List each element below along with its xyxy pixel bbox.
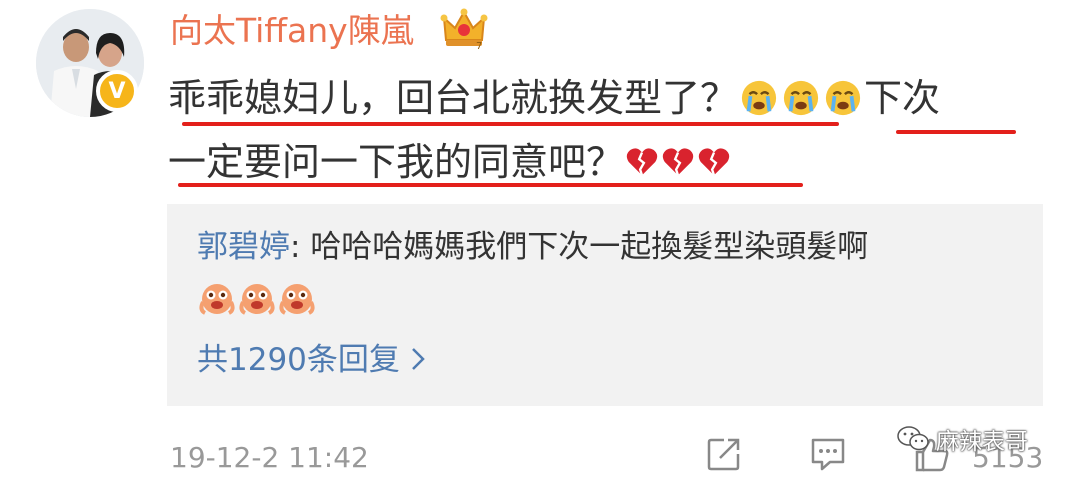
cry-emoji-icon xyxy=(780,76,822,120)
broken-heart-icon xyxy=(660,140,696,184)
crown-icon: 7 xyxy=(440,8,488,50)
comment-line-1: 乖乖媳妇儿，回台北就换发型了？ 下次 xyxy=(168,66,1028,130)
comment-text-line2: 一定要问一下我的同意吧？ xyxy=(168,140,625,184)
svg-text:7: 7 xyxy=(476,41,482,50)
broken-heart-icon xyxy=(624,140,660,184)
username[interactable]: 向太Tiffany陳嵐 xyxy=(170,10,414,52)
laugh-emoji-icon xyxy=(239,284,275,315)
broken-heart-icon xyxy=(696,140,732,184)
wechat-icon xyxy=(897,426,929,451)
timestamp: 19-12-2 11:42 xyxy=(170,441,369,474)
cry-emoji-icon xyxy=(738,76,780,120)
laugh-emoji-icon xyxy=(279,284,315,315)
highlight-underline xyxy=(182,122,839,126)
comment-icon[interactable] xyxy=(808,434,848,474)
watermark: 麻辣表哥 xyxy=(896,424,1028,455)
cry-emoji-icon xyxy=(822,76,864,120)
laugh-emoji-icon xyxy=(199,284,235,315)
view-replies-link[interactable]: 共1290条回复 xyxy=(197,338,426,382)
reply-text: 哈哈哈媽媽我們下次一起換髮型染頭髮啊 xyxy=(310,229,869,265)
reply-author[interactable]: 郭碧婷 xyxy=(197,229,290,265)
share-icon[interactable] xyxy=(704,434,744,474)
reply-line: 郭碧婷: 哈哈哈媽媽我們下次一起換髮型染頭髮啊 xyxy=(197,222,1027,272)
reply-separator: : xyxy=(290,229,311,265)
reply-preview[interactable]: 郭碧婷: 哈哈哈媽媽我們下次一起換髮型染頭髮啊 共1290条回复 xyxy=(167,204,1043,406)
chevron-right-icon xyxy=(412,348,425,370)
highlight-underline xyxy=(178,183,803,187)
verified-badge-icon: V xyxy=(96,70,138,112)
highlight-underline xyxy=(896,130,1016,134)
comment-text-line1-tail: 下次 xyxy=(864,76,941,120)
reply-emoji-row xyxy=(199,280,315,320)
reply-count-label: 共1290条回复 xyxy=(197,342,400,378)
watermark-text: 麻辣表哥 xyxy=(936,429,1028,455)
comment-text-line1: 乖乖媳妇儿，回台北就换发型了？ xyxy=(168,76,739,120)
